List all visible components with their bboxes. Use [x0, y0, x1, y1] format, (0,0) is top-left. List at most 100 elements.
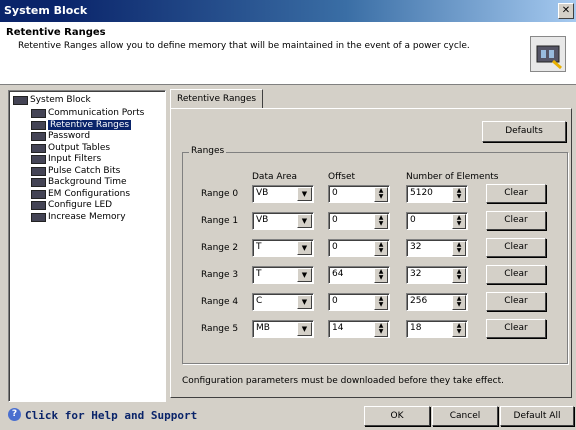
config-node-icon [31, 132, 46, 141]
data-area-select[interactable]: T ▼ [252, 266, 314, 284]
tree-item[interactable]: Communication Ports [31, 107, 144, 119]
data-area-value: C [256, 296, 263, 306]
data-area-select[interactable]: C ▼ [252, 293, 314, 311]
window-title: System Block [4, 4, 88, 17]
offset-value: 14 [332, 323, 344, 333]
cancel-button[interactable]: Cancel [432, 406, 498, 426]
tree-item-label: Configure LED [48, 200, 113, 210]
config-node-icon [31, 212, 46, 222]
col-data-area: Data Area [252, 172, 298, 182]
data-area-select[interactable]: MB ▼ [252, 320, 314, 338]
spin-arrows-icon[interactable]: ▲ ▼ [452, 241, 466, 256]
defaults-button[interactable]: Defaults [482, 121, 566, 142]
offset-stepper[interactable]: 0 ▲ ▼ [328, 212, 390, 230]
header-title: Retentive Ranges [6, 27, 106, 38]
range-label: Range 2 [201, 243, 239, 253]
tree-item[interactable]: Pulse Catch Bits [31, 165, 120, 177]
spin-arrows-icon[interactable]: ▲ ▼ [374, 295, 388, 310]
spin-arrows-icon[interactable]: ▲ ▼ [452, 214, 466, 229]
tree-item-label: Input Filters [48, 154, 102, 164]
config-node-icon [31, 178, 46, 187]
spin-arrows-icon[interactable]: ▲ ▼ [374, 214, 388, 229]
offset-stepper[interactable]: 0 ▲ ▼ [328, 185, 390, 203]
header-panel: Retentive Ranges Retentive Ranges allow … [0, 22, 576, 85]
count-stepper[interactable]: 5120 ▲ ▼ [406, 185, 468, 203]
spin-arrows-icon[interactable]: ▲ ▼ [374, 241, 388, 256]
navigation-tree[interactable]: System Block Communication Ports Retentiv… [8, 90, 166, 402]
tree-item-label: EM Configurations [48, 188, 131, 199]
clear-button[interactable]: Clear [486, 319, 546, 338]
tree-item[interactable]: Background Time [31, 176, 127, 188]
system-block-icon [530, 36, 566, 72]
spin-arrows-icon[interactable]: ▲ ▼ [374, 268, 388, 283]
data-area-select[interactable]: VB ▼ [252, 185, 314, 203]
clear-button[interactable]: Clear [486, 238, 546, 257]
clear-button[interactable]: Clear [486, 211, 546, 230]
chevron-down-icon[interactable]: ▼ [297, 322, 312, 336]
config-node-icon [31, 166, 46, 176]
tree-item-label: Output Tables [48, 142, 111, 153]
tree-item[interactable]: Retentive Ranges [31, 119, 132, 131]
offset-stepper[interactable]: 0 ▲ ▼ [328, 293, 390, 311]
close-icon[interactable]: ✕ [558, 3, 574, 19]
clear-button[interactable]: Clear [486, 184, 546, 203]
count-stepper[interactable]: 32 ▲ ▼ [406, 266, 468, 284]
offset-stepper[interactable]: 14 ▲ ▼ [328, 320, 390, 338]
offset-value: 64 [332, 269, 344, 279]
tab-retentive-ranges[interactable]: Retentive Ranges [170, 89, 264, 108]
spin-arrows-icon[interactable]: ▲ ▼ [374, 187, 388, 202]
tree-item-label: Increase Memory [48, 211, 126, 222]
tree-root[interactable]: System Block [13, 94, 91, 106]
count-value: 5120 [410, 188, 433, 198]
tree-item[interactable]: Input Filters [31, 153, 101, 165]
tree-item-label: Pulse Catch Bits [48, 165, 121, 176]
range-label: Range 4 [201, 297, 239, 307]
offset-stepper[interactable]: 0 ▲ ▼ [328, 239, 390, 257]
download-note: Configuration parameters must be downloa… [182, 376, 504, 386]
tree-item-label: Communication Ports [48, 108, 145, 118]
offset-value: 0 [332, 296, 338, 306]
tree-item-label: Retentive Ranges [48, 119, 132, 130]
data-area-value: VB [256, 188, 269, 198]
range-label: Range 3 [201, 270, 239, 280]
clear-button[interactable]: Clear [486, 292, 546, 311]
offset-value: 0 [332, 242, 338, 252]
tree-item[interactable]: Password [31, 130, 90, 142]
data-area-value: T [256, 242, 262, 252]
chevron-down-icon[interactable]: ▼ [297, 241, 312, 255]
spin-arrows-icon[interactable]: ▲ ▼ [374, 322, 388, 337]
chevron-down-icon[interactable]: ▼ [297, 214, 312, 228]
clear-button[interactable]: Clear [486, 265, 546, 284]
ranges-group-label: Ranges [189, 146, 227, 156]
tree-item[interactable]: Increase Memory [31, 211, 126, 223]
data-area-select[interactable]: T ▼ [252, 239, 314, 257]
spin-arrows-icon[interactable]: ▲ ▼ [452, 322, 466, 337]
default-all-button[interactable]: Default All [500, 406, 574, 426]
help-icon[interactable]: ? [8, 408, 21, 421]
count-stepper[interactable]: 0 ▲ ▼ [406, 212, 468, 230]
spin-arrows-icon[interactable]: ▲ ▼ [452, 268, 466, 283]
header-description: Retentive Ranges allow you to define mem… [18, 41, 470, 51]
offset-stepper[interactable]: 64 ▲ ▼ [328, 266, 390, 284]
spin-arrows-icon[interactable]: ▲ ▼ [452, 187, 466, 202]
tree-item[interactable]: Configure LED [31, 199, 112, 211]
tree-item[interactable]: EM Configurations [31, 188, 130, 200]
spin-arrows-icon[interactable]: ▲ ▼ [452, 295, 466, 310]
count-stepper[interactable]: 256 ▲ ▼ [406, 293, 468, 311]
col-offset: Offset [328, 172, 356, 182]
config-node-icon [31, 155, 46, 164]
tree-root-label: System Block [30, 95, 91, 105]
ok-button[interactable]: OK [364, 406, 430, 426]
data-area-value: MB [256, 323, 270, 333]
count-stepper[interactable]: 18 ▲ ▼ [406, 320, 468, 338]
help-link[interactable]: Click for Help and Support [25, 409, 197, 422]
chevron-down-icon[interactable]: ▼ [297, 268, 312, 282]
range-label: Range 5 [201, 324, 239, 334]
chevron-down-icon[interactable]: ▼ [297, 187, 312, 201]
data-area-select[interactable]: VB ▼ [252, 212, 314, 230]
count-stepper[interactable]: 32 ▲ ▼ [406, 239, 468, 257]
chevron-down-icon[interactable]: ▼ [297, 295, 312, 309]
tree-item[interactable]: Output Tables [31, 142, 110, 154]
count-value: 256 [410, 296, 428, 306]
title-bar: System Block ✕ [0, 0, 576, 22]
